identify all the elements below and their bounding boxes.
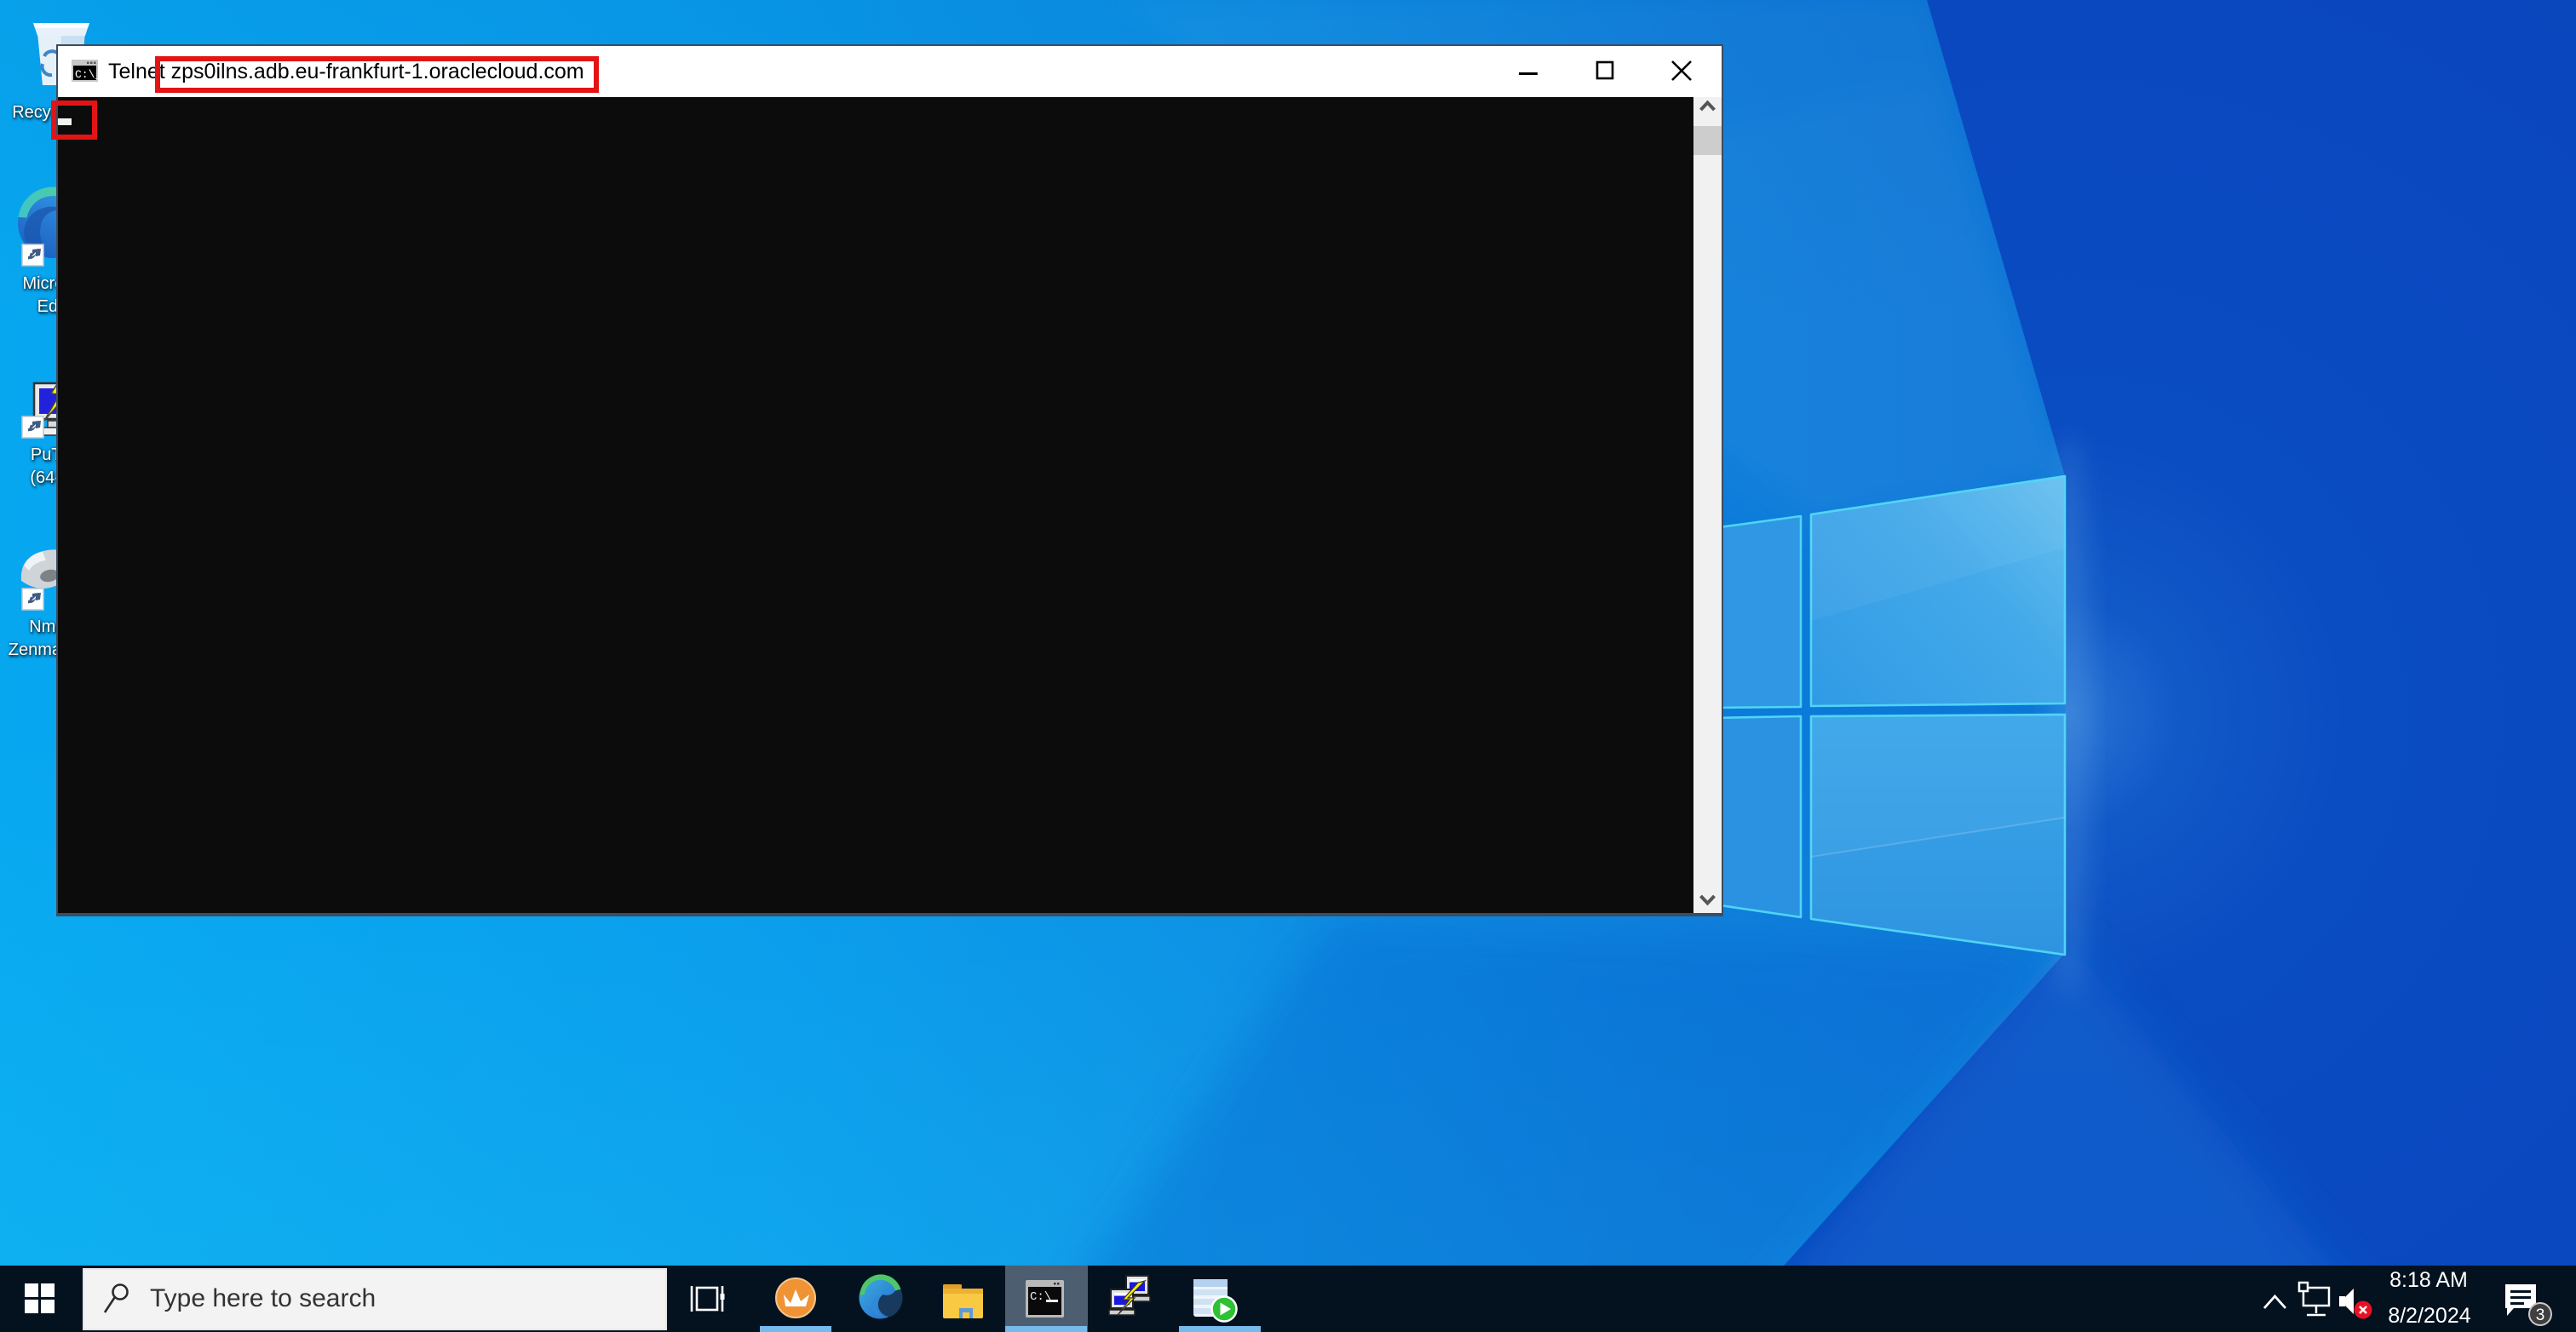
- svg-text:3: 3: [2536, 1306, 2545, 1324]
- svg-text:C:\_: C:\_: [75, 68, 101, 81]
